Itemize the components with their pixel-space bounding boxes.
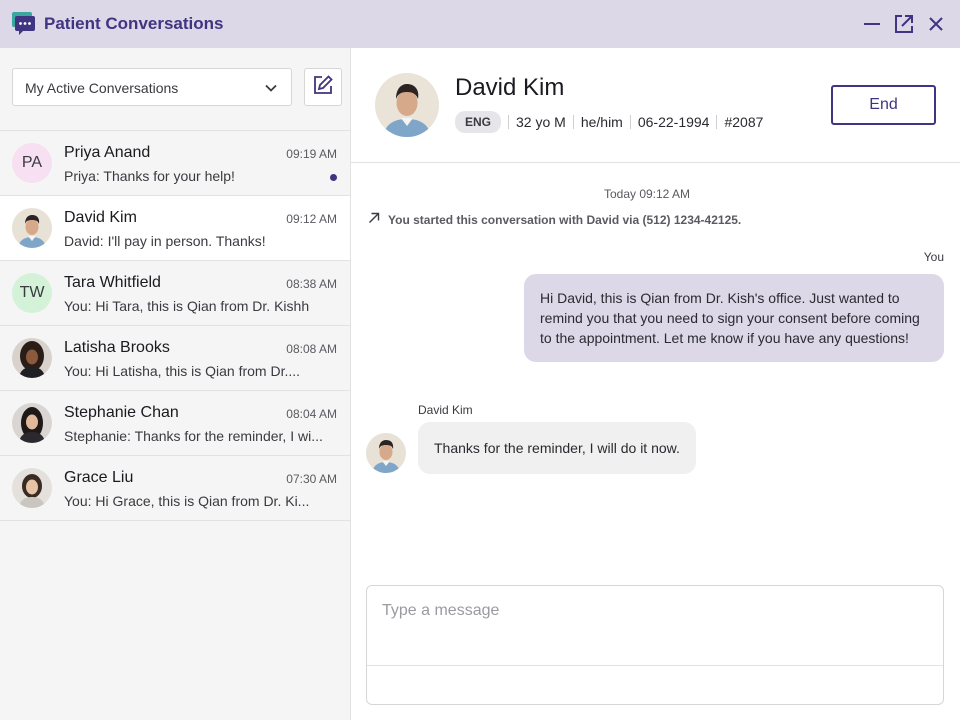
conversation-pane: David Kim ENG 32 yo M he/him 06-22-1994 …	[351, 48, 960, 720]
patient-header: David Kim ENG 32 yo M he/him 06-22-1994 …	[351, 48, 960, 163]
new-conversation-button[interactable]	[304, 68, 342, 106]
divider	[716, 115, 718, 129]
conversation-time: 08:38 AM	[286, 277, 337, 291]
unread-indicator	[330, 174, 337, 181]
avatar	[12, 338, 52, 378]
patient-dob: 06-22-1994	[637, 114, 710, 130]
edit-icon	[312, 74, 334, 101]
conversation-item[interactable]: David Kim 09:12 AM David: I'll pay in pe…	[0, 196, 350, 261]
message-sender-label: You	[923, 250, 944, 264]
chat-bubbles-icon	[11, 11, 36, 35]
conversation-time: 08:08 AM	[286, 342, 337, 356]
divider	[572, 115, 574, 129]
patient-age-sex: 32 yo M	[516, 114, 566, 130]
close-icon[interactable]	[924, 12, 948, 36]
conversation-time: 09:19 AM	[286, 147, 337, 161]
avatar: PA	[12, 143, 52, 183]
conversation-item[interactable]: Latisha Brooks 08:08 AM You: Hi Latisha,…	[0, 326, 350, 391]
avatar	[375, 73, 439, 137]
avatar: TW	[12, 273, 52, 313]
conversation-preview: Priya: Thanks for your help!	[64, 168, 235, 184]
avatar-initials: PA	[21, 154, 43, 171]
conversation-time: 08:04 AM	[286, 407, 337, 421]
message-sender-label: David Kim	[418, 403, 473, 417]
avatar-initials: TW	[19, 284, 45, 301]
incoming-message: Thanks for the reminder, I will do it no…	[418, 422, 696, 474]
conversation-filter-dropdown[interactable]: My Active Conversations	[12, 68, 292, 106]
outgoing-message: Hi David, this is Qian from Dr. Kish's o…	[524, 274, 944, 362]
conversation-preview: You: Hi Latisha, this is Qian from Dr...…	[64, 363, 301, 379]
conversation-time: 07:30 AM	[286, 472, 337, 486]
conversation-item[interactable]: TW Tara Whitfield 08:38 AM You: Hi Tara,…	[0, 261, 350, 326]
minimize-icon[interactable]	[860, 12, 884, 36]
patient-details: ENG 32 yo M he/him 06-22-1994 #2087	[455, 111, 763, 133]
conversation-filter-value: My Active Conversations	[25, 80, 179, 96]
system-message: You started this conversation with David…	[368, 212, 741, 227]
conversation-list: PA Priya Anand 09:19 AM Priya: Thanks fo…	[0, 130, 350, 521]
chevron-down-icon	[263, 80, 279, 96]
avatar	[12, 403, 52, 443]
patient-id: #2087	[724, 114, 764, 130]
conversation-preview: David: I'll pay in person. Thanks!	[64, 233, 266, 249]
conversation-name: Latisha Brooks	[64, 339, 170, 356]
conversation-name: David Kim	[64, 209, 137, 226]
conversation-preview: You: Hi Tara, this is Qian from Dr. Kish…	[64, 298, 310, 314]
conversation-name: Priya Anand	[64, 144, 151, 161]
divider	[629, 115, 631, 129]
conversation-item[interactable]: Grace Liu 07:30 AM You: Hi Grace, this i…	[0, 456, 350, 521]
conversation-name: Stephanie Chan	[64, 404, 179, 421]
avatar	[12, 208, 52, 248]
avatar	[12, 468, 52, 508]
system-message-text: You started this conversation with David…	[388, 212, 742, 227]
message-composer	[366, 585, 944, 705]
external-link-icon[interactable]	[892, 12, 916, 36]
day-timestamp: Today 09:12 AM	[603, 187, 691, 201]
conversation-item[interactable]: PA Priya Anand 09:19 AM Priya: Thanks fo…	[0, 131, 350, 196]
conversation-preview: Stephanie: Thanks for the reminder, I wi…	[64, 428, 323, 444]
avatar	[366, 433, 406, 473]
divider	[508, 115, 510, 129]
conversation-item[interactable]: Stephanie Chan 08:04 AM Stephanie: Thank…	[0, 391, 350, 456]
composer-toolbar	[367, 666, 943, 704]
patient-pronouns: he/him	[580, 114, 623, 130]
conversation-name: Grace Liu	[64, 469, 134, 486]
arrow-up-right-icon	[368, 212, 388, 227]
patient-name: David Kim	[455, 74, 565, 101]
conversation-sidebar: My Active Conversations PA Priya Anand 0…	[0, 48, 351, 720]
app-title: Patient Conversations	[44, 14, 224, 33]
conversation-preview: You: Hi Grace, this is Qian from Dr. Ki.…	[64, 493, 310, 509]
conversation-name: Tara Whitfield	[64, 274, 161, 291]
title-bar: Patient Conversations	[0, 0, 960, 48]
conversation-time: 09:12 AM	[286, 212, 337, 226]
language-badge: ENG	[455, 111, 502, 133]
end-conversation-button[interactable]: End	[831, 85, 936, 125]
message-input[interactable]	[367, 586, 943, 666]
